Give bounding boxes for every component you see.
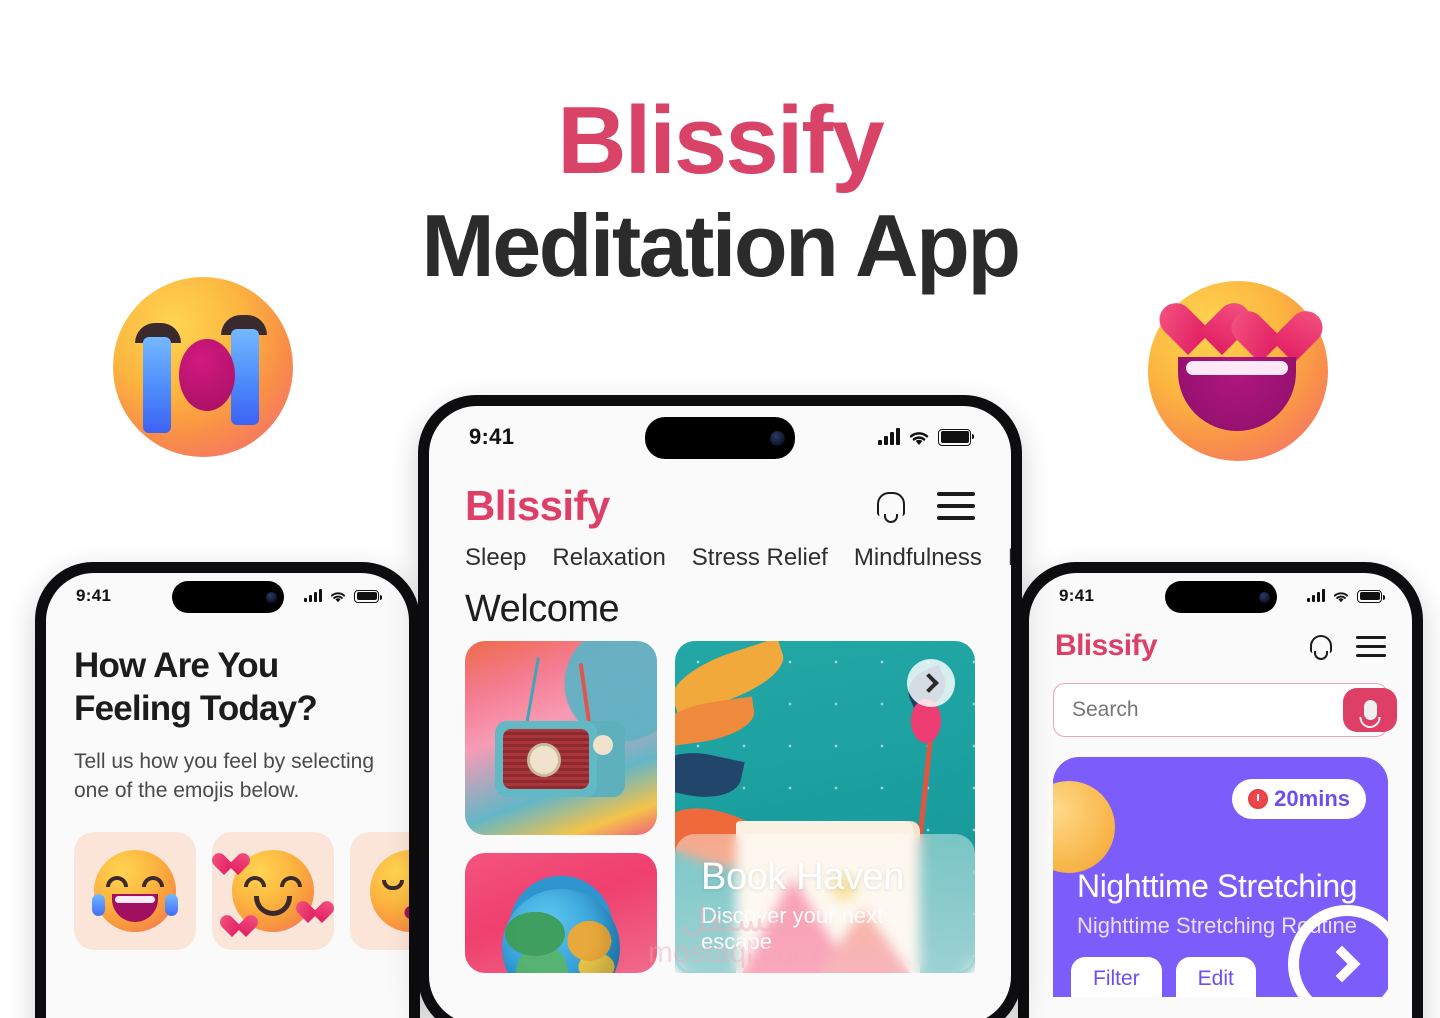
phone-device-left: 9:41 How Are You Feeling Today? Tell us …	[35, 562, 420, 1018]
wifi-icon	[1333, 591, 1349, 602]
tab-sleep[interactable]: Sleep	[465, 544, 526, 572]
globe-illustration[interactable]	[465, 853, 657, 973]
microphone-icon[interactable]	[1343, 688, 1397, 732]
cellular-bars-icon	[304, 589, 322, 602]
wifi-icon	[909, 431, 929, 445]
alarm-clock-icon	[1248, 789, 1269, 809]
dynamic-island	[1164, 581, 1277, 613]
status-bar: 9:41	[46, 573, 409, 619]
routine-card-title: Nighttime Stretching	[1077, 868, 1358, 904]
routine-card[interactable]: 20mins Nighttime Stretching Nighttime St…	[1053, 757, 1388, 997]
phone-center-screen: 9:41 Blissify Sleep Relaxation Stress Re…	[429, 406, 1011, 1018]
filter-pill[interactable]: Filter	[1071, 957, 1162, 997]
search-input[interactable]	[1072, 698, 1343, 722]
section-title-welcome: Welcome	[465, 588, 620, 630]
hamburger-menu-icon[interactable]	[1356, 635, 1386, 657]
feature-card-book-haven[interactable]: Book Haven Discover your next escape	[675, 641, 975, 973]
wifi-icon	[330, 591, 346, 602]
phone-left-screen: 9:41 How Are You Feeling Today? Tell us …	[46, 573, 409, 1018]
face-with-tears-of-joy-emoji[interactable]	[74, 832, 196, 951]
header-actions	[875, 489, 975, 523]
sleeping-face-emoji[interactable]: z	[350, 832, 409, 951]
chevron-right-icon[interactable]	[907, 659, 955, 707]
vintage-radio-illustration[interactable]	[465, 641, 657, 835]
dynamic-island	[171, 581, 284, 613]
battery-icon	[1357, 589, 1385, 603]
mood-question-title: How Are You Feeling Today?	[74, 646, 318, 728]
status-indicators	[878, 428, 974, 446]
hamburger-menu-icon[interactable]	[937, 492, 975, 520]
feature-card-caption: Book Haven Discover your next escape	[675, 834, 975, 973]
feature-card-subtitle: Discover your next escape	[701, 903, 884, 954]
search-bar[interactable]	[1053, 683, 1397, 737]
tab-relaxation[interactable]: Relaxation	[552, 544, 665, 572]
status-indicators	[304, 589, 382, 603]
phone-left-content: How Are You Feeling Today? Tell us how y…	[46, 619, 409, 951]
status-indicators	[1307, 589, 1385, 603]
page-root: Blissify Meditation App 9:41 How Are You…	[0, 0, 1440, 1018]
edit-pill[interactable]: Edit	[1175, 957, 1256, 997]
smiling-face-with-heart-eyes-emoji	[1148, 281, 1328, 461]
smiling-face-with-hearts-emoji[interactable]	[212, 832, 334, 951]
bell-icon[interactable]	[1308, 632, 1334, 660]
category-tabs: Sleep Relaxation Stress Relief Mindfulne…	[429, 538, 1011, 576]
status-time: 9:41	[76, 586, 112, 605]
tab-mindfulness[interactable]: Mindfulness	[854, 544, 982, 572]
feature-card-title: Book Haven	[701, 856, 905, 898]
duration-badge-label: 20mins	[1274, 786, 1350, 811]
battery-icon	[938, 428, 974, 446]
app-header: Blissify	[429, 468, 1011, 538]
loudly-crying-face-emoji	[113, 277, 293, 457]
phone-right-screen: 9:41 Blissify Search 20mins Nighttime St…	[1029, 573, 1412, 1018]
content-grid: Book Haven Discover your next escape	[429, 641, 1011, 973]
cellular-bars-icon	[878, 428, 900, 445]
status-time: 9:41	[469, 424, 515, 449]
duration-badge: 20mins	[1232, 779, 1366, 819]
routine-card-pills: Filter Edit	[1071, 957, 1256, 997]
dynamic-island	[645, 417, 795, 459]
app-header: Blissify	[1029, 619, 1412, 669]
app-logo[interactable]: Blissify	[465, 482, 610, 530]
bell-icon[interactable]	[875, 489, 907, 523]
phone-device-center: 9:41 Blissify Sleep Relaxation Stress Re…	[418, 395, 1022, 1018]
status-bar: 9:41	[429, 406, 1011, 468]
phone-device-right: 9:41 Blissify Search 20mins Nighttime St…	[1018, 562, 1423, 1018]
hero-brand-title: Blissify	[557, 87, 884, 194]
hero-heading: Blissify Meditation App	[0, 92, 1440, 295]
header-actions	[1308, 632, 1386, 660]
tab-stress-relief[interactable]: Stress Relief	[692, 544, 828, 572]
crescent-moon-icon	[1053, 781, 1115, 873]
tab-focus[interactable]: Focus	[1008, 544, 1011, 572]
cellular-bars-icon	[1307, 589, 1325, 602]
battery-icon	[354, 589, 382, 603]
grid-left-column	[465, 641, 657, 973]
phone-right-content: 20mins Nighttime Stretching Nighttime St…	[1029, 669, 1412, 997]
mood-question-subtitle: Tell us how you feel by selecting one of…	[74, 750, 374, 803]
app-logo[interactable]: Blissify	[1055, 629, 1158, 663]
status-time: 9:41	[1059, 586, 1095, 605]
mood-emoji-row: z	[74, 832, 409, 951]
status-bar: 9:41	[1029, 573, 1412, 619]
grid-right-column: Book Haven Discover your next escape	[675, 641, 975, 973]
